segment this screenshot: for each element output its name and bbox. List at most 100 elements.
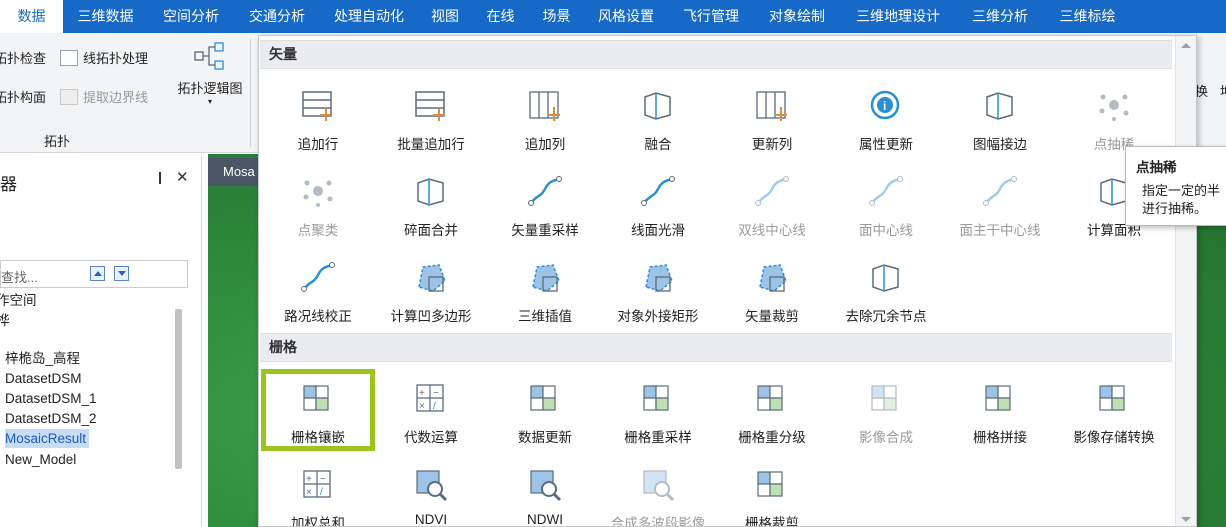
- tool-append-row-button[interactable]: 追加行: [262, 77, 374, 157]
- 3d-interpolation-icon: [527, 261, 563, 295]
- tool-fragment-merge-button[interactable]: 碎面合并: [375, 163, 487, 243]
- tool-label: 融合: [644, 137, 672, 152]
- tab-5[interactable]: 视图: [418, 0, 472, 33]
- update-column-icon: [754, 89, 790, 123]
- tool-raster-stitch-button[interactable]: 栅格拼接: [944, 370, 1056, 450]
- tool-double-line-center-button[interactable]: 双线中心线: [716, 163, 828, 243]
- map-tab[interactable]: Mosa: [208, 158, 260, 186]
- panel-title: 器: [0, 175, 17, 194]
- tab-13[interactable]: 三维标绘: [1044, 0, 1131, 33]
- tree-item[interactable]: New_Model: [5, 450, 76, 469]
- tab-10[interactable]: 对象绘制: [754, 0, 840, 33]
- tool-raster-clip-button[interactable]: 栅格裁剪: [716, 456, 828, 526]
- smooth-icon: [640, 175, 676, 209]
- tool-image-composite-button[interactable]: 影像合成: [830, 370, 942, 450]
- tooltip: 点抽稀 指定一定的半 进行抽稀。: [1125, 146, 1226, 226]
- pin-icon[interactable]: ❙: [155, 170, 165, 184]
- tab-2[interactable]: 空间分析: [148, 0, 234, 33]
- tree-item[interactable]: DatasetDSM: [5, 369, 82, 388]
- sheet-edge-match-icon: [982, 89, 1018, 123]
- tool-raster-mosaic-button[interactable]: 栅格镶嵌: [261, 369, 375, 451]
- tool-weighted-sum-button[interactable]: + − × / 加权总和: [262, 456, 374, 526]
- tab-0[interactable]: 数据: [0, 0, 63, 33]
- close-icon[interactable]: ✕: [176, 168, 189, 186]
- tool-dissolve-button[interactable]: 融合: [602, 77, 714, 157]
- tool-data-update-button[interactable]: 数据更新: [489, 370, 601, 450]
- tool-region-centerline-button[interactable]: 面中心线: [830, 163, 942, 243]
- tree-item[interactable]: DatasetDSM_1: [5, 389, 97, 408]
- weighted-sum-icon: + − × /: [300, 468, 336, 502]
- line-topo-button[interactable]: 线拓扑处理: [60, 48, 148, 67]
- tool-image-storage-convert-button[interactable]: 影像存储转换: [1058, 370, 1170, 450]
- tree-item[interactable]: MosaicResult: [5, 429, 90, 448]
- tool-vector-clip-button[interactable]: 矢量裁剪: [716, 249, 828, 329]
- raster-mosaic-icon: [300, 382, 336, 416]
- tool-point-cluster-button[interactable]: 点聚类: [262, 163, 374, 243]
- tab-11[interactable]: 三维地理设计: [840, 0, 956, 33]
- tool-ndvi-button[interactable]: NDVI: [375, 456, 487, 526]
- topo-check-button[interactable]: 拓扑检查: [0, 48, 46, 67]
- tab-6[interactable]: 在线: [472, 0, 529, 33]
- tool-multiband-composite-button[interactable]: 合成多波段影像: [602, 456, 714, 526]
- tool-batch-append-row-button[interactable]: 批量追加行: [375, 77, 487, 157]
- tab-12[interactable]: 三维分析: [956, 0, 1044, 33]
- tool-algebra-button[interactable]: + − × / 代数运算: [375, 370, 487, 450]
- tool-label: 批量追加行: [397, 137, 465, 152]
- tab-8[interactable]: 风格设置: [584, 0, 668, 33]
- algebra-icon: + − × /: [413, 382, 449, 416]
- tree-item[interactable]: DatasetDSM_2: [5, 409, 97, 428]
- topo-logic-button[interactable]: 拓扑逻辑图 ▾: [170, 41, 250, 106]
- tool-3d-interpolation-button[interactable]: 三维插值: [489, 249, 601, 329]
- raster-reclass-icon: [754, 382, 790, 416]
- tree-item[interactable]: 梓桅岛_高程: [5, 349, 80, 368]
- tool-point-thinning-button[interactable]: 点抽稀: [1058, 77, 1170, 157]
- scrollbar[interactable]: [175, 309, 182, 469]
- search-next-button[interactable]: [114, 266, 129, 281]
- tool-raster-resample-button[interactable]: 栅格重采样: [602, 370, 714, 450]
- search-prev-button[interactable]: [90, 266, 105, 281]
- topo-logic-icon: [194, 42, 224, 70]
- tree-item[interactable]: 桦: [0, 311, 10, 330]
- tool-bounding-rect-button[interactable]: 对象外接矩形: [602, 249, 714, 329]
- tool-region-trunk-centerline-button[interactable]: 面主干中心线: [944, 163, 1056, 243]
- line-topo-icon: [60, 50, 78, 66]
- tool-label: 面中心线: [859, 223, 913, 238]
- tool-label: 追加列: [524, 137, 566, 152]
- ribbon-fragment-label: 坤: [1220, 81, 1226, 100]
- tool-label: 栅格重分级: [738, 430, 806, 445]
- tool-concave-polygon-button[interactable]: 计算凹多边形: [375, 249, 487, 329]
- tool-append-column-button[interactable]: 追加列: [489, 77, 601, 157]
- tool-smooth-button[interactable]: 线面光滑: [602, 163, 714, 243]
- scroll-down-icon[interactable]: [1181, 517, 1191, 522]
- gallery-scrollbar[interactable]: [1175, 36, 1196, 526]
- fragment-merge-icon: [413, 175, 449, 209]
- tab-1[interactable]: 三维数据: [63, 0, 148, 33]
- tree-item[interactable]: 作空间: [0, 291, 37, 310]
- concave-polygon-icon: [413, 261, 449, 295]
- tool-vector-resample-button[interactable]: 矢量重采样: [489, 163, 601, 243]
- region-trunk-centerline-icon: [982, 175, 1018, 209]
- tool-raster-reclass-button[interactable]: 栅格重分级: [716, 370, 828, 450]
- point-thinning-icon: [1096, 89, 1132, 123]
- extract-boundary-button[interactable]: 提取边界线: [60, 87, 148, 106]
- tool-update-column-button[interactable]: 更新列: [716, 77, 828, 157]
- tool-ndwi-button[interactable]: NDWI: [489, 456, 601, 526]
- extract-boundary-icon: [60, 89, 78, 105]
- tab-4[interactable]: 处理自动化: [320, 0, 418, 33]
- scroll-up-icon[interactable]: [1181, 43, 1191, 48]
- tool-label: 三维插值: [518, 309, 572, 324]
- tools-gallery: 矢量 追加行 批量追加行 追加列 融合 更新列 i 属性更新 图幅接边 点抽稀 点聚类 碎面合并 矢量…: [258, 35, 1197, 527]
- tab-3[interactable]: 交通分析: [234, 0, 320, 33]
- dissolve-icon: [640, 89, 676, 123]
- attribute-update-icon: i: [868, 89, 904, 123]
- svg-text:+: +: [419, 388, 425, 399]
- tool-label: 追加行: [297, 137, 339, 152]
- tab-7[interactable]: 场景: [529, 0, 584, 33]
- tab-9[interactable]: 飞行管理: [668, 0, 754, 33]
- tool-attribute-update-button[interactable]: i 属性更新: [830, 77, 942, 157]
- tool-road-line-correct-button[interactable]: 路况线校正: [262, 249, 374, 329]
- tool-remove-redundant-node-button[interactable]: 去除冗余节点: [830, 249, 942, 329]
- topo-face-button[interactable]: 拓扑构面: [0, 87, 46, 106]
- tool-sheet-edge-match-button[interactable]: 图幅接边: [944, 77, 1056, 157]
- search-input[interactable]: 查找...: [0, 260, 188, 288]
